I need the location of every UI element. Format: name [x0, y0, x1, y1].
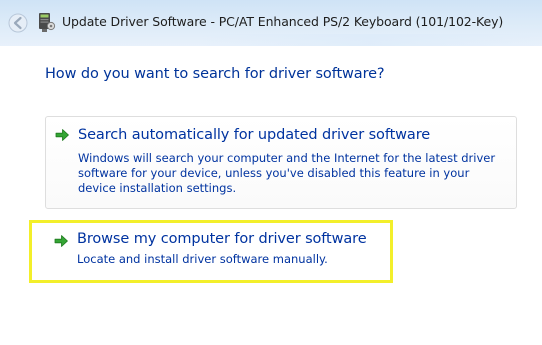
browse-my-computer-option[interactable]: Browse my computer for driver software L…: [45, 230, 385, 274]
option-title: Search automatically for updated driver …: [78, 127, 431, 143]
update-driver-window: Update Driver Software - PC/AT Enhanced …: [0, 0, 542, 345]
page-heading: How do you want to search for driver sof…: [45, 66, 385, 82]
search-automatically-option[interactable]: Search automatically for updated driver …: [45, 116, 517, 209]
option-title: Browse my computer for driver software: [77, 231, 367, 247]
green-arrow-icon: [54, 235, 68, 247]
option-description: Windows will search your computer and th…: [78, 151, 496, 195]
window-title: Update Driver Software - PC/AT Enhanced …: [62, 14, 504, 29]
back-arrow-icon[interactable]: [8, 13, 28, 33]
device-manager-icon: [39, 13, 56, 32]
title-bar-glass: [200, 34, 542, 46]
title-bar: Update Driver Software - PC/AT Enhanced …: [0, 0, 542, 46]
green-arrow-icon: [55, 129, 69, 141]
option-description: Locate and install driver software manua…: [77, 252, 328, 266]
content-area: How do you want to search for driver sof…: [0, 46, 542, 345]
